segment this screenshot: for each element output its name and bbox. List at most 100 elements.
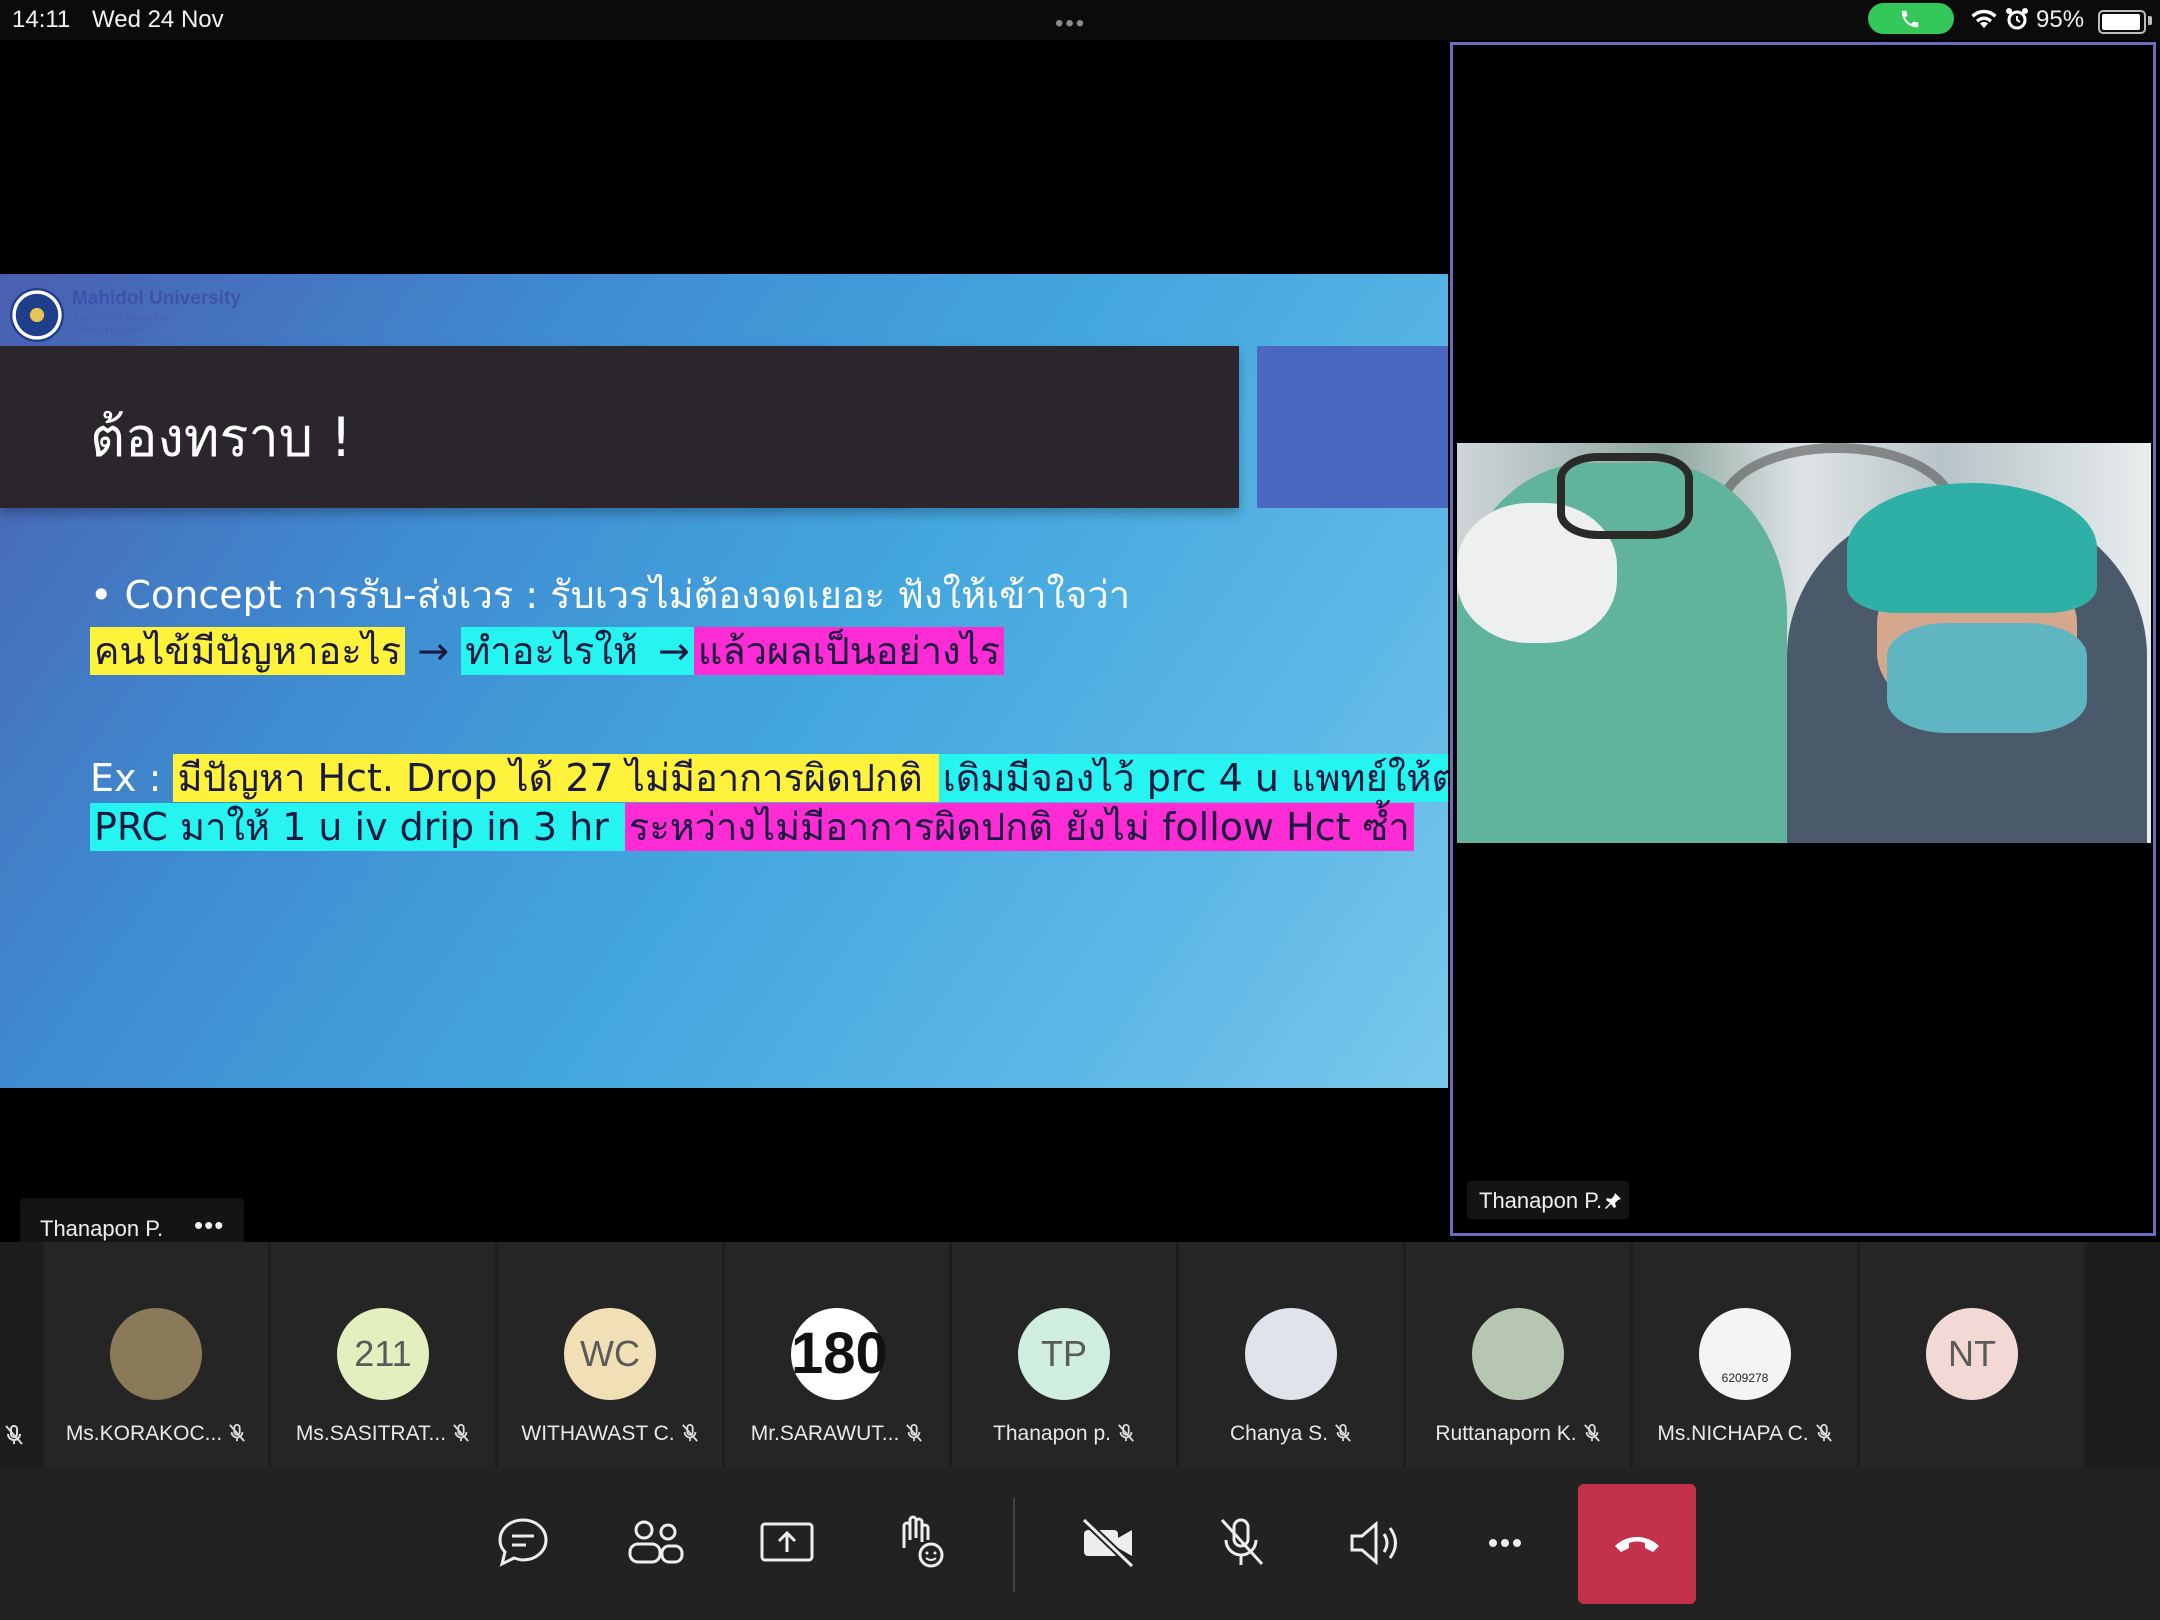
more-icon[interactable] [1470, 1508, 1540, 1578]
university-seal-icon [10, 288, 64, 342]
people-icon[interactable] [620, 1508, 690, 1578]
wifi-icon [1971, 9, 1997, 28]
example-prefix: Ex : [90, 756, 174, 800]
call-toolbar [0, 1468, 2160, 1620]
participant-tile[interactable]: 6209278 Ms.NICHAPA C. [1633, 1242, 1857, 1468]
mic-muted-icon [229, 1424, 246, 1442]
avatar: WC [564, 1308, 656, 1400]
pinned-name: Thanapon P. [1479, 1188, 1603, 1213]
status-time: 14:11 [12, 6, 71, 33]
participant-name: Ms.SASITRAT... [271, 1422, 495, 1446]
example-action: PRC มาให้ 1 u iv drip in 3 hr [90, 803, 625, 851]
arrow-2: → [654, 627, 694, 675]
slide-faculty: Faculty of Medicine Siriraj Hospital [74, 312, 169, 338]
participant-tile[interactable]: 180 Mr.SARAWUT... [725, 1242, 949, 1468]
highlight-problem: คนไข้มีปัญหาอะไร [90, 627, 406, 675]
participant-tile[interactable]: Ruttanaporn K. [1406, 1242, 1630, 1468]
participant-name: WITHAWAST C. [498, 1422, 722, 1446]
avatar [110, 1308, 202, 1400]
participant-name: Ms.KORAKOC... [44, 1422, 268, 1446]
slide-example-line-2: PRC มาให้ 1 u iv drip in 3 hr ระหว่างไม่… [90, 796, 1414, 857]
presentation-slide: Mahidol University Faculty of Medicine S… [0, 274, 1448, 1088]
avatar: 211 [337, 1308, 429, 1400]
mic-muted-icon [1335, 1424, 1351, 1442]
avatar: 180 [791, 1308, 888, 1400]
mic-muted-icon [906, 1424, 923, 1442]
active-call-pill[interactable] [1868, 3, 1954, 34]
status-date: Wed 24 Nov [92, 6, 224, 33]
slide-title-bar: ต้องทราบ ! [0, 346, 1239, 508]
arrow-1: → [405, 629, 462, 673]
participant-name: Thanapon p. [952, 1422, 1176, 1446]
participant-name: Chanya S. [1179, 1422, 1403, 1446]
pinned-video-panel[interactable]: Thanapon P. [1450, 42, 2156, 1236]
multitasking-dots-icon[interactable]: ••• [1055, 10, 1086, 38]
participant-name-text: Ms.KORAKOC... [65, 1422, 223, 1445]
participant-name: Mr.SARAWUT... [725, 1422, 949, 1446]
mic-off-icon[interactable] [1206, 1508, 1276, 1578]
presenter-name: Thanapon P. [40, 1216, 164, 1241]
participant-tile[interactable]: WC WITHAWAST C. [498, 1242, 722, 1468]
participant-tile[interactable]: Chanya S. [1179, 1242, 1403, 1468]
pin-icon [1605, 1193, 1621, 1209]
participant-name-text: Thanapon p. [993, 1422, 1111, 1445]
participant-name-text: Ms.SASITRAT... [295, 1422, 447, 1445]
participant-tile[interactable]: NT [1860, 1242, 2084, 1468]
toolbar-divider [1013, 1498, 1015, 1592]
participant-video-feed [1457, 443, 2151, 843]
camera-off-icon[interactable] [1074, 1508, 1144, 1578]
avatar: NT [1926, 1308, 2018, 1400]
more-options-icon[interactable]: ••• [194, 1210, 224, 1241]
slide-line-2: คนไข้มีปัญหาอะไร → ทำอะไรให้ → แล้วผลเป็น… [90, 620, 1005, 681]
speaker-icon[interactable] [1338, 1508, 1408, 1578]
slide-faculty-line: Faculty of Medicine [74, 312, 169, 324]
example-result: ระหว่างไม่มีอาการผิดปกติ ยังไม่ follow H… [624, 803, 1414, 851]
participant-name: Ms.NICHAPA C. [1633, 1422, 1857, 1446]
battery-percent: 95% [2036, 6, 2085, 33]
avatar: TP [1018, 1308, 1110, 1400]
mic-muted-icon [681, 1424, 698, 1442]
mic-muted-icon [5, 1425, 23, 1445]
participant-name-text: WITHAWAST C. [521, 1422, 675, 1445]
avatar [1472, 1308, 1564, 1400]
participant-name-text: Mr.SARAWUT... [750, 1422, 900, 1445]
slide-bullet: • Concept การรับ-ส่งเวร : รับเวรไม่ต้องจ… [90, 573, 1131, 617]
slide-title: ต้องทราบ ! [90, 406, 352, 469]
example-order: เดิมมีจองไว้ prc 4 u แพทย์ให้ตาม [938, 754, 1448, 802]
avatar: 6209278 [1699, 1308, 1791, 1400]
hang-up-button[interactable] [1578, 1484, 1696, 1604]
mic-muted-icon [453, 1424, 469, 1442]
participant-name-text: Ms.NICHAPA C. [1657, 1422, 1809, 1445]
mic-muted-icon [1583, 1424, 1600, 1442]
avatar [1245, 1308, 1337, 1400]
shared-screen[interactable]: Mahidol University Faculty of Medicine S… [0, 40, 1448, 1260]
slide-university: Mahidol University [72, 288, 241, 309]
participant-strip[interactable]: Ms.KORAKOC... 211 Ms.SASITRAT... WC WITHAWAS… [0, 1242, 2160, 1468]
hang-up-icon [1615, 1537, 1659, 1552]
highlight-result: แล้วผลเป็นอย่างไร [693, 627, 1005, 675]
battery-icon [2098, 10, 2146, 34]
video-glasses [1557, 453, 1693, 539]
alarm-icon [2006, 8, 2028, 30]
mic-muted-icon [1118, 1424, 1134, 1442]
chat-icon[interactable] [488, 1508, 558, 1578]
participant-name-text: Ruttanaporn K. [1435, 1422, 1577, 1445]
video-cap-right [1847, 483, 2097, 613]
participant-name: Ruttanaporn K. [1406, 1422, 1630, 1446]
example-problem: มีปัญหา Hct. Drop ได้ 27 ไม่มีอาการผิดปก… [173, 754, 939, 802]
share-screen-icon[interactable] [752, 1508, 822, 1578]
phone-icon [1901, 10, 1919, 28]
raise-hand-icon[interactable] [884, 1508, 954, 1578]
participant-tile[interactable]: TP Thanapon p. [952, 1242, 1176, 1468]
slide-title-accent [1257, 346, 1448, 508]
participant-tile[interactable]: Ms.KORAKOC... [44, 1242, 268, 1468]
highlight-action: ทำอะไรให้ [461, 627, 655, 675]
mic-muted-icon [1815, 1424, 1832, 1442]
pinned-name-pill: Thanapon P. [1467, 1181, 1629, 1219]
participant-tile[interactable]: 211 Ms.SASITRAT... [271, 1242, 495, 1468]
participant-name-text: Chanya S. [1229, 1422, 1329, 1445]
slide-faculty-line: Siriraj Hospital [74, 325, 145, 337]
video-mask-right [1887, 623, 2087, 733]
battery-tip [2148, 16, 2152, 25]
status-bar: 14:11 Wed 24 Nov ••• 95% [0, 0, 2160, 40]
